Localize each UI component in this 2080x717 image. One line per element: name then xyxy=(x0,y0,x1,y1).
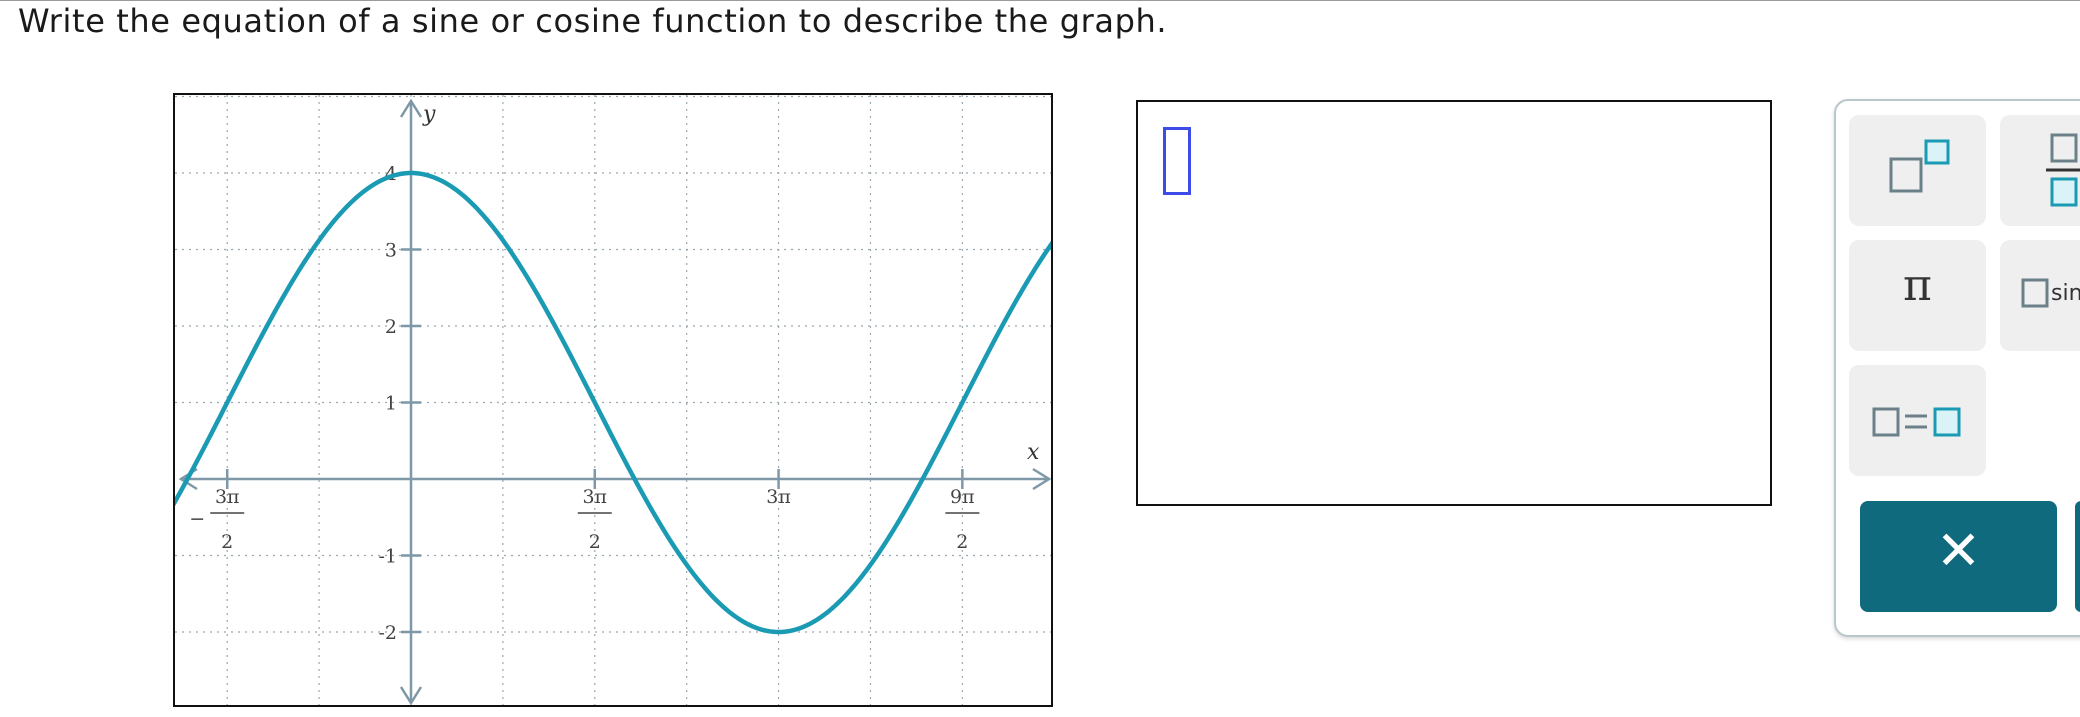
answer-input-area[interactable] xyxy=(1136,100,1772,506)
x-tick-label-numerator: 3π xyxy=(215,486,240,508)
clear-button[interactable]: ✕ xyxy=(1860,501,2057,612)
x-axis-label: x xyxy=(1027,440,1040,465)
y-axis-label: y xyxy=(422,102,436,127)
y-tick-label: -1 xyxy=(378,546,397,568)
x-tick-label-numerator: 3π xyxy=(582,486,607,508)
answer-cursor-placeholder[interactable] xyxy=(1163,127,1191,195)
y-tick-label: -2 xyxy=(378,622,397,644)
sin-key-label: sin xyxy=(2051,281,2080,306)
graph-panel: xy4321-1-23π2−3π23π9π26π15π2 xyxy=(173,93,1053,707)
x-tick-label-denominator: 2 xyxy=(589,531,601,553)
fraction-template-icon xyxy=(2046,133,2080,207)
y-tick-label: 3 xyxy=(385,240,397,262)
x-tick-label-numerator: 9π xyxy=(950,486,975,508)
x-tick-label-numerator: 3π xyxy=(766,486,791,508)
pi-key-label: π xyxy=(1903,260,1932,311)
equation-template-icon xyxy=(1872,407,1961,437)
power-key[interactable] xyxy=(1849,115,1986,226)
equals-key[interactable] xyxy=(1849,365,1986,476)
fraction-key[interactable] xyxy=(2000,115,2080,226)
top-divider xyxy=(0,0,2080,1)
clear-icon: ✕ xyxy=(1935,519,1982,582)
question-prompt: Write the equation of a sine or cosine f… xyxy=(18,2,1168,40)
y-tick-label: 2 xyxy=(385,316,397,338)
sin-key[interactable]: sin xyxy=(2000,240,2080,351)
sinusoid-curve xyxy=(175,170,1051,635)
pi-key[interactable]: π xyxy=(1849,240,1986,351)
superscript-template-icon xyxy=(1889,139,1950,193)
sinusoid-graph: xy4321-1-23π2−3π23π9π26π15π2 xyxy=(175,95,1051,705)
x-tick-label-denominator: 2 xyxy=(221,531,233,553)
x-tick-label-denominator: 2 xyxy=(956,531,968,553)
sin-argument-box-icon xyxy=(2021,278,2049,308)
y-tick-label: 1 xyxy=(385,393,397,415)
next-keypad-button[interactable] xyxy=(2075,501,2080,612)
x-tick-label-sign: − xyxy=(189,508,205,530)
